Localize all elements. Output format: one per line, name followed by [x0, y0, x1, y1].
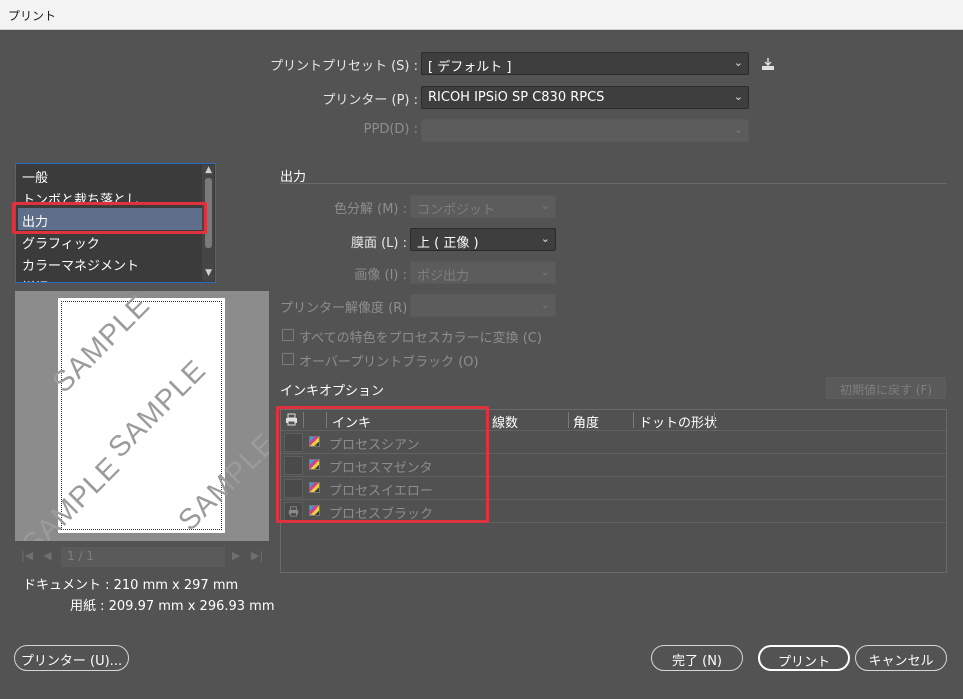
page-indicator[interactable]: 1 / 1: [61, 547, 225, 567]
printer-value: RICOH IPSiO SP C830 RPCS: [428, 90, 605, 105]
section-divider: [280, 183, 947, 184]
chevron-down-icon: ⌄: [540, 199, 550, 212]
highlight-box-inks: [276, 406, 489, 523]
category-item-color-management[interactable]: カラーマネジメント: [22, 255, 139, 274]
column-header-dot-shape[interactable]: ドットの形状: [639, 410, 717, 431]
image-select: ポジ出力 ⌄: [410, 261, 556, 284]
ppd-label: PPD(D) :: [363, 122, 418, 137]
column-separator: [633, 412, 634, 428]
paper-size: 用紙 : 209.97 mm x 296.93 mm: [70, 599, 275, 614]
category-item-advanced[interactable]: 詳細: [22, 277, 48, 282]
image-value: ポジ出力: [417, 269, 470, 284]
ppd-select: ⌄: [421, 119, 749, 142]
convert-spot-label: すべての特色をプロセスカラーに変換 (C): [299, 331, 542, 346]
separation-label: 色分解 (M) :: [333, 202, 407, 217]
category-item-graphics[interactable]: グラフィック: [22, 233, 100, 252]
printer-label: プリンター (P) :: [322, 93, 418, 108]
separation-value: コンポジット: [417, 203, 496, 218]
emulsion-label: 膜面 (L) :: [350, 236, 407, 251]
chevron-down-icon: ⌄: [540, 265, 550, 278]
overprint-black-checkbox: [282, 353, 294, 365]
document-size: ドキュメント : 210 mm x 297 mm: [23, 578, 239, 593]
preset-select[interactable]: [ デフォルト ] ⌄: [421, 52, 749, 75]
reset-defaults-button: 初期値に戻す (F): [826, 377, 946, 399]
print-button[interactable]: プリント: [758, 645, 850, 671]
convert-spot-checkbox: [282, 329, 294, 341]
chevron-down-icon: ⌄: [540, 298, 550, 311]
highlight-box-output: [12, 202, 207, 234]
scroll-down-icon[interactable]: ▼: [205, 268, 212, 278]
next-page-icon[interactable]: ▶: [232, 549, 240, 562]
printer-setup-button[interactable]: プリンター (U)...: [14, 645, 129, 671]
preset-value: [ デフォルト ]: [428, 60, 512, 75]
window-title: プリント: [8, 9, 57, 23]
prev-page-icon[interactable]: ◀: [43, 549, 51, 562]
ink-section-title: インキオプション: [280, 384, 385, 399]
preview-page: SAMPLE SAMPLE SAMPLE SAMPLE: [16, 291, 269, 541]
image-label: 画像 (I) :: [354, 268, 407, 283]
column-header-frequency[interactable]: 線数: [492, 410, 518, 431]
cancel-button[interactable]: キャンセル: [855, 645, 947, 671]
emulsion-value: 上 ( 正像 ): [417, 236, 479, 251]
column-header-angle[interactable]: 角度: [573, 410, 599, 431]
done-button[interactable]: 完了 (N): [651, 645, 743, 671]
column-separator: [714, 412, 715, 428]
chevron-down-icon: ⌄: [733, 90, 743, 103]
overprint-black-label: オーバープリントブラック (O): [299, 355, 479, 370]
print-preview[interactable]: SAMPLE SAMPLE SAMPLE SAMPLE: [15, 291, 269, 541]
column-separator: [568, 412, 569, 428]
chevron-down-icon: ⌄: [733, 56, 743, 69]
save-preset-icon[interactable]: [760, 56, 776, 72]
emulsion-select[interactable]: 上 ( 正像 ) ⌄: [410, 228, 556, 251]
scroll-up-icon[interactable]: ▲: [205, 165, 212, 175]
chevron-down-icon: ⌄: [733, 123, 743, 136]
chevron-down-icon: ⌄: [540, 232, 550, 245]
resolution-label: プリンター解像度 (R) :: [280, 301, 416, 316]
separation-select: コンポジット ⌄: [410, 195, 556, 218]
category-item-general[interactable]: 一般: [22, 167, 48, 186]
window-titlebar: プリント: [0, 0, 963, 30]
last-page-icon[interactable]: ▶|: [251, 549, 263, 562]
resolution-select: ⌄: [410, 294, 556, 317]
printer-select[interactable]: RICOH IPSiO SP C830 RPCS ⌄: [421, 86, 749, 109]
first-page-icon[interactable]: |◀: [21, 549, 33, 562]
preset-label: プリントプリセット (S) :: [269, 59, 418, 74]
page-navigator: |◀ ◀ 1 / 1 ▶ ▶|: [15, 545, 269, 569]
